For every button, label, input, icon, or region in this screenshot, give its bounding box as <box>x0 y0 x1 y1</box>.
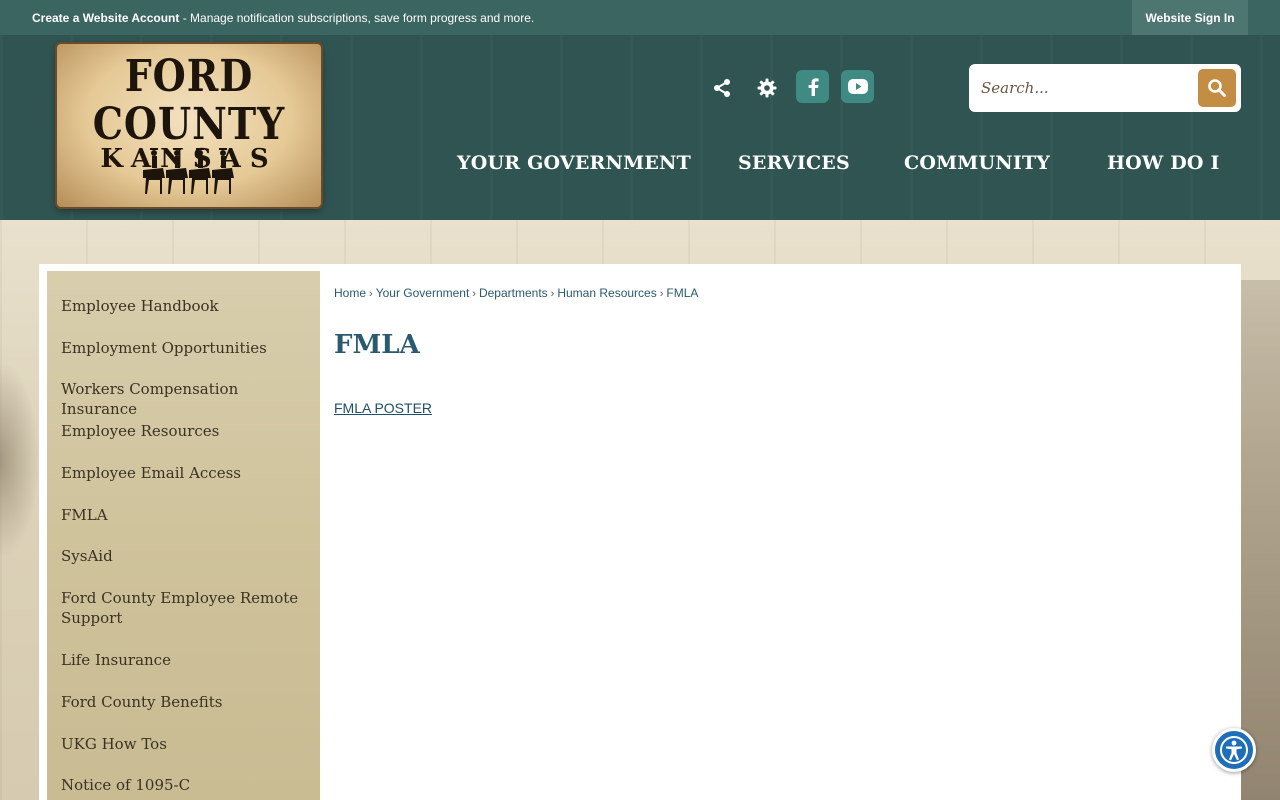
sidebar-item-life-insurance[interactable]: Life Insurance <box>61 650 311 670</box>
sidebar-item-notice-1095c[interactable]: Notice of 1095-C <box>61 775 311 795</box>
sidebar-item-ford-county-benefits[interactable]: Ford County Benefits <box>61 692 311 712</box>
breadcrumb-departments[interactable]: Departments <box>479 286 548 300</box>
nav-community[interactable]: COMMUNITY <box>904 152 1050 180</box>
nav-your-government[interactable]: YOUR GOVERNMENT <box>457 152 691 180</box>
create-account-description: - Manage notification subscriptions, sav… <box>179 11 535 25</box>
gear-icon-glyph <box>757 78 777 98</box>
youtube-icon-glyph <box>847 79 868 94</box>
breadcrumb-home[interactable]: Home <box>334 286 366 300</box>
search-input[interactable] <box>981 74 1191 102</box>
accessibility-icon <box>1220 736 1248 764</box>
background-decoration-right <box>1240 280 1280 800</box>
accessibility-button[interactable] <box>1212 728 1256 772</box>
fmla-poster-link[interactable]: FMLA POSTER <box>334 400 432 416</box>
sidebar-item-workers-compensation[interactable]: Workers Compensation Insurance <box>61 379 311 419</box>
horse-riders-icon <box>143 148 234 194</box>
share-icon[interactable] <box>710 76 734 100</box>
nav-services[interactable]: SERVICES <box>738 152 850 180</box>
breadcrumb-separator: › <box>659 288 664 300</box>
sidebar: Employee Handbook Employment Opportuniti… <box>47 271 320 800</box>
breadcrumb-separator: › <box>369 288 373 300</box>
ford-county-logo[interactable]: FORD COUNTY KANSAS <box>57 44 321 207</box>
sidebar-item-employee-handbook[interactable]: Employee Handbook <box>61 296 311 316</box>
breadcrumb-separator: › <box>472 288 476 300</box>
sidebar-item-ukg-how-tos[interactable]: UKG How Tos <box>61 734 311 754</box>
breadcrumb-fmla[interactable]: FMLA <box>666 286 698 300</box>
breadcrumb-your-government[interactable]: Your Government <box>376 286 470 300</box>
facebook-icon-glyph <box>808 77 819 96</box>
facebook-icon[interactable] <box>796 70 829 103</box>
create-account-link[interactable]: Create a Website Account - Manage notifi… <box>32 11 534 25</box>
create-account-label: Create a Website Account <box>32 11 180 25</box>
share-icon-glyph <box>714 79 730 97</box>
sidebar-item-remote-support[interactable]: Ford County Employee Remote Support <box>61 588 311 628</box>
breadcrumb: Home › Your Government › Departments › Human R… <box>334 286 698 300</box>
sidebar-item-sysaid[interactable]: SysAid <box>61 546 311 566</box>
logo-line-1: FORD COUNTY <box>92 49 286 150</box>
sidebar-item-fmla[interactable]: FMLA <box>61 505 311 525</box>
search-box <box>969 64 1241 112</box>
page-title: FMLA <box>334 330 420 360</box>
youtube-icon[interactable] <box>841 70 874 103</box>
sidebar-item-employee-resources[interactable]: Employee Resources <box>61 421 311 441</box>
search-button[interactable] <box>1198 69 1236 107</box>
search-icon <box>1208 79 1226 97</box>
gear-icon[interactable] <box>755 76 779 100</box>
top-bar: Create a Website Account - Manage notifi… <box>0 0 1280 35</box>
sidebar-item-employee-email-access[interactable]: Employee Email Access <box>61 463 311 483</box>
sidebar-item-employment-opportunities[interactable]: Employment Opportunities <box>61 338 311 358</box>
breadcrumb-separator: › <box>550 288 555 300</box>
breadcrumb-human-resources[interactable]: Human Resources <box>557 286 656 300</box>
website-sign-in-button[interactable]: Website Sign In <box>1132 0 1248 35</box>
background-decoration-left <box>0 360 40 560</box>
nav-how-do-i[interactable]: HOW DO I <box>1107 152 1220 180</box>
